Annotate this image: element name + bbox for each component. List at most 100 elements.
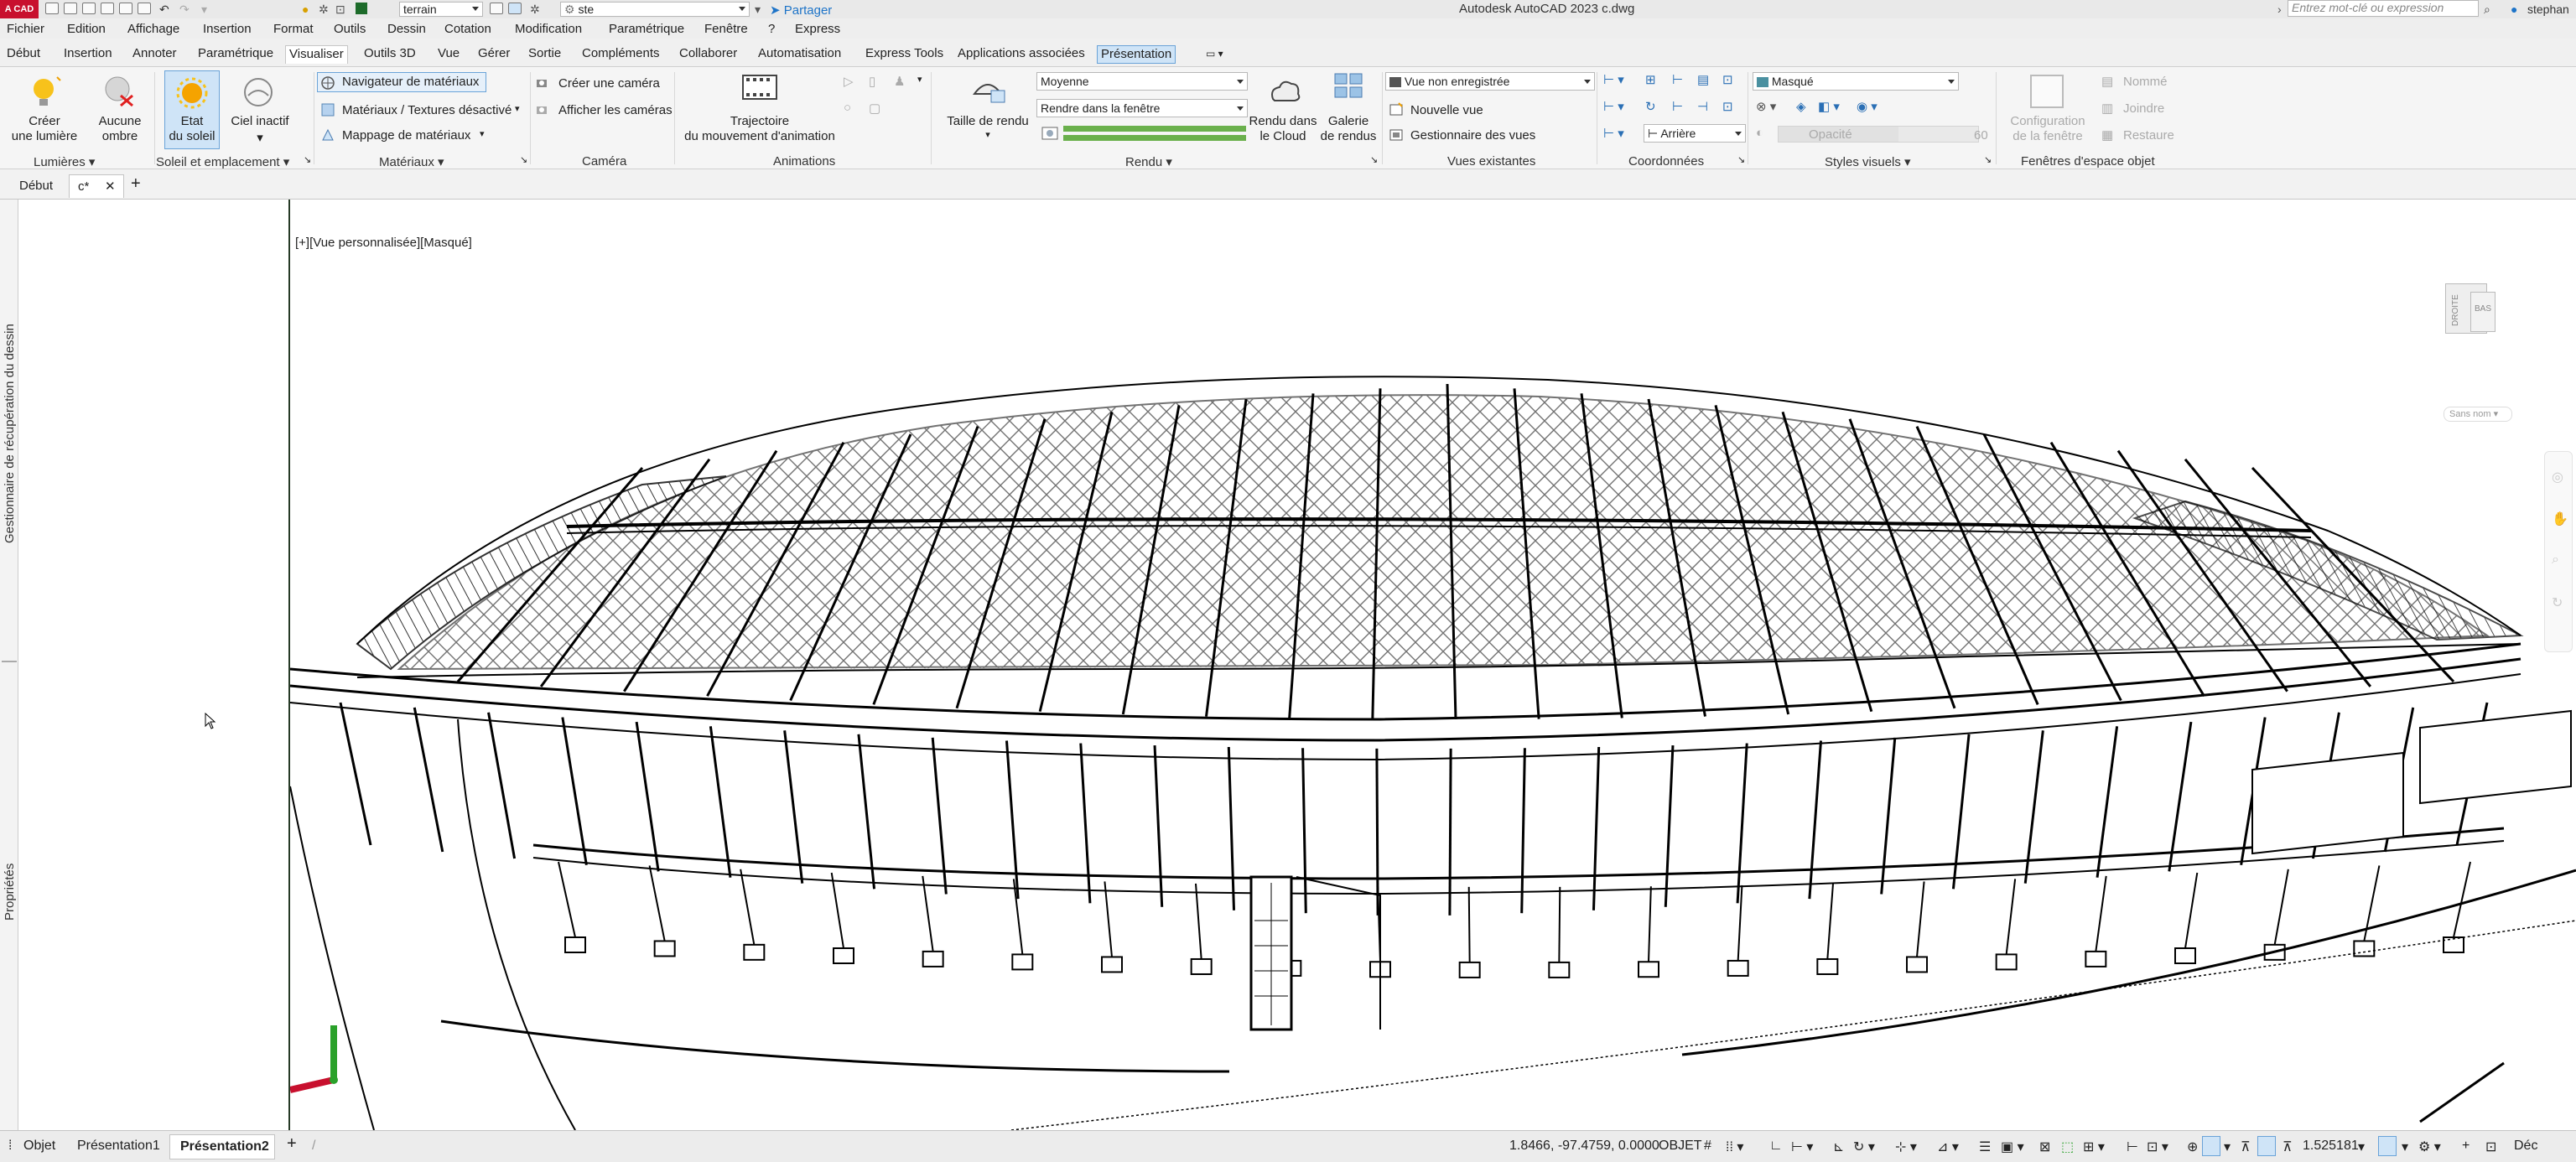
tab-annoter[interactable]: Annoter <box>129 45 180 64</box>
viewport-restore-button[interactable]: Restaure <box>2123 128 2174 143</box>
textures-toggle[interactable]: Matériaux / Textures désactivé <box>342 103 512 117</box>
share-button[interactable]: ➤ Partager <box>770 3 832 18</box>
show-cameras-button[interactable]: Afficher les caméras <box>558 103 673 117</box>
save-icon[interactable] <box>82 3 96 14</box>
anim-walk-icon[interactable]: ♟ <box>894 74 905 89</box>
web-mobile-icon[interactable] <box>119 3 132 14</box>
camera-show-icon[interactable] <box>535 102 550 117</box>
layer-sun-icon[interactable]: ✲ <box>319 3 329 16</box>
ucs-icon[interactable]: ⊢ ▾ <box>1603 72 1624 87</box>
steering-wheel-icon[interactable]: ◎ <box>2552 469 2563 485</box>
search-input[interactable]: Entrez mot-clé ou expression <box>2288 0 2479 17</box>
open-file-icon[interactable] <box>64 3 77 14</box>
coords-panel-launcher-icon[interactable]: ↘ <box>1737 154 1745 165</box>
panel-title-rendu[interactable]: Rendu ▾ <box>1125 154 1172 169</box>
viewport-join-icon[interactable]: ▥ <box>2101 101 2113 116</box>
tab-outils-3d[interactable]: Outils 3D <box>361 45 419 64</box>
anim-play-icon[interactable]: ▷ <box>844 74 854 89</box>
style-combo[interactable]: ⚙ ste <box>560 2 750 17</box>
tab-presentation[interactable]: Présentation <box>1097 45 1176 64</box>
qa-dropdown-icon[interactable]: ▾ <box>201 3 207 16</box>
new-file-icon[interactable] <box>45 3 59 14</box>
sun-panel-launcher-icon[interactable]: ↘ <box>304 154 311 165</box>
menu-parametrique[interactable]: Paramétrique <box>609 22 684 36</box>
model-space-toggle[interactable]: OBJET <box>1659 1139 1702 1154</box>
ucs-menu[interactable]: Sans nom ▾ <box>2444 407 2512 422</box>
shadows-icon[interactable]: ◉ ▾ <box>1857 99 1877 114</box>
tab-vue[interactable]: Vue <box>434 45 463 64</box>
tab-debut[interactable]: Début <box>3 45 44 64</box>
viewport-named-icon[interactable]: ▤ <box>2101 74 2113 89</box>
no-shadow-button[interactable]: Aucune ombre <box>87 114 153 144</box>
xray-icon[interactable]: ◧ ▾ <box>1818 99 1840 114</box>
search-icon[interactable]: ⌕ <box>2484 3 2490 16</box>
no-shadow-icon[interactable] <box>101 72 138 109</box>
new-view-icon[interactable] <box>1389 102 1404 117</box>
panel-title-materiaux[interactable]: Matériaux ▾ <box>379 154 444 169</box>
redo-icon[interactable]: ↷ <box>179 3 190 16</box>
menu-express[interactable]: Express <box>795 22 840 36</box>
panel-title-lumieres[interactable]: Lumières ▾ <box>34 154 95 169</box>
workspace-dropdown-status-icon[interactable]: ▾ <box>2402 1139 2408 1155</box>
ucs-x-icon[interactable]: ⊢ <box>1672 72 1683 87</box>
view-manager-icon[interactable] <box>1389 127 1404 143</box>
autoscale-icon[interactable]: ⊼ <box>2241 1139 2251 1155</box>
ribbon-toggle-icon[interactable]: ▭ ▾ <box>1202 45 1227 64</box>
viewport-controls-label[interactable]: [+][Vue personnalisée][Masqué] <box>295 236 472 250</box>
tab-insertion[interactable]: Insertion <box>60 45 116 64</box>
menu-outils[interactable]: Outils <box>334 22 366 36</box>
file-tab-current[interactable]: c* ✕ <box>69 174 124 198</box>
menu-format[interactable]: Format <box>273 22 314 36</box>
workspace-switch-toggle[interactable] <box>2378 1136 2397 1156</box>
navigation-bar[interactable]: ◎ ✋ ⌕ ↻ <box>2544 451 2573 652</box>
create-camera-button[interactable]: Créer une caméra <box>558 76 660 91</box>
tab-complements[interactable]: Compléments <box>579 45 663 64</box>
add-status-icon[interactable]: + <box>2462 1139 2470 1154</box>
viewport-named-button[interactable]: Nommé <box>2123 75 2168 89</box>
face-style-icon[interactable]: ◈ <box>1796 99 1806 114</box>
menu-insertion[interactable]: Insertion <box>203 22 252 36</box>
add-layout-icon[interactable]: + <box>287 1134 297 1154</box>
viewport-restore-icon[interactable]: ▦ <box>2101 127 2113 143</box>
mapping-dropdown-icon[interactable]: ▾ <box>480 128 485 139</box>
render-target-combo[interactable]: Rendre dans la fenêtre <box>1036 99 1248 117</box>
camera-create-icon[interactable] <box>535 75 550 91</box>
layer-bulb-icon[interactable]: ● <box>302 3 309 16</box>
drawing-viewport[interactable]: DROITE BAS Sans nom ▾ ◎ ✋ ⌕ ↻ <box>290 200 2576 1130</box>
sky-off-button[interactable]: Ciel inactif <box>225 114 295 129</box>
tab-parametrique[interactable]: Paramétrique <box>195 45 277 64</box>
osnap-icon[interactable]: ⊹ ▾ <box>1895 1139 1917 1155</box>
viewport-config-button[interactable]: Configuration de la fenêtre <box>1997 114 2098 144</box>
render-exposure-bar[interactable] <box>1063 126 1246 132</box>
dynamic-ucs-icon[interactable]: ⊿ ▾ <box>1937 1139 1959 1155</box>
menu-dessin[interactable]: Dessin <box>387 22 426 36</box>
tab-visualiser[interactable]: Visualiser <box>285 45 348 64</box>
tab-collaborer[interactable]: Collaborer <box>676 45 740 64</box>
render-quality-combo[interactable]: Moyenne <box>1036 72 1248 91</box>
selection-cycling-icon[interactable]: ⊠ <box>2039 1139 2050 1155</box>
save-as-icon[interactable] <box>101 3 114 14</box>
visual-style-combo[interactable]: Masqué <box>1753 72 1959 91</box>
panel-title-styles-visuels[interactable]: Styles visuels ▾ <box>1825 154 1911 169</box>
viewport-join-button[interactable]: Joindre <box>2123 101 2164 116</box>
cloud-render-icon[interactable] <box>1266 74 1303 107</box>
properties-tab[interactable]: Propriétés <box>3 864 17 921</box>
ucs-origin-icon[interactable]: ⊢ ▾ <box>1603 126 1624 141</box>
ucs-dynamic-icon[interactable]: ⊢ <box>2127 1139 2138 1155</box>
close-tab-icon[interactable]: ✕ <box>105 179 116 194</box>
snap-icon[interactable]: ⁞⁞ ▾ <box>1726 1139 1743 1155</box>
named-view-combo[interactable]: Vue non enregistrée <box>1385 72 1595 91</box>
opacity-slider[interactable]: Opacité <box>1778 126 1979 143</box>
polar-icon[interactable]: ⊢ ▾ <box>1791 1139 1813 1155</box>
ucs-rotate-icon[interactable]: ↻ <box>1645 99 1656 114</box>
create-light-icon[interactable] <box>25 72 62 109</box>
mapping-icon[interactable] <box>320 127 335 143</box>
search-expand-icon[interactable]: › <box>2277 3 2282 16</box>
orbit-icon[interactable]: ↻ <box>2552 594 2563 611</box>
workspace-dropdown-icon[interactable]: ▾ <box>755 3 761 16</box>
annotation-scale-value[interactable]: 1.525181 <box>2303 1139 2359 1154</box>
user-name[interactable]: stephan <box>2527 3 2569 16</box>
new-tab-icon[interactable]: + <box>131 174 141 194</box>
settings-gear-icon[interactable]: ⚙ ▾ <box>2418 1139 2441 1155</box>
grid-icon[interactable]: # <box>1704 1139 1711 1154</box>
